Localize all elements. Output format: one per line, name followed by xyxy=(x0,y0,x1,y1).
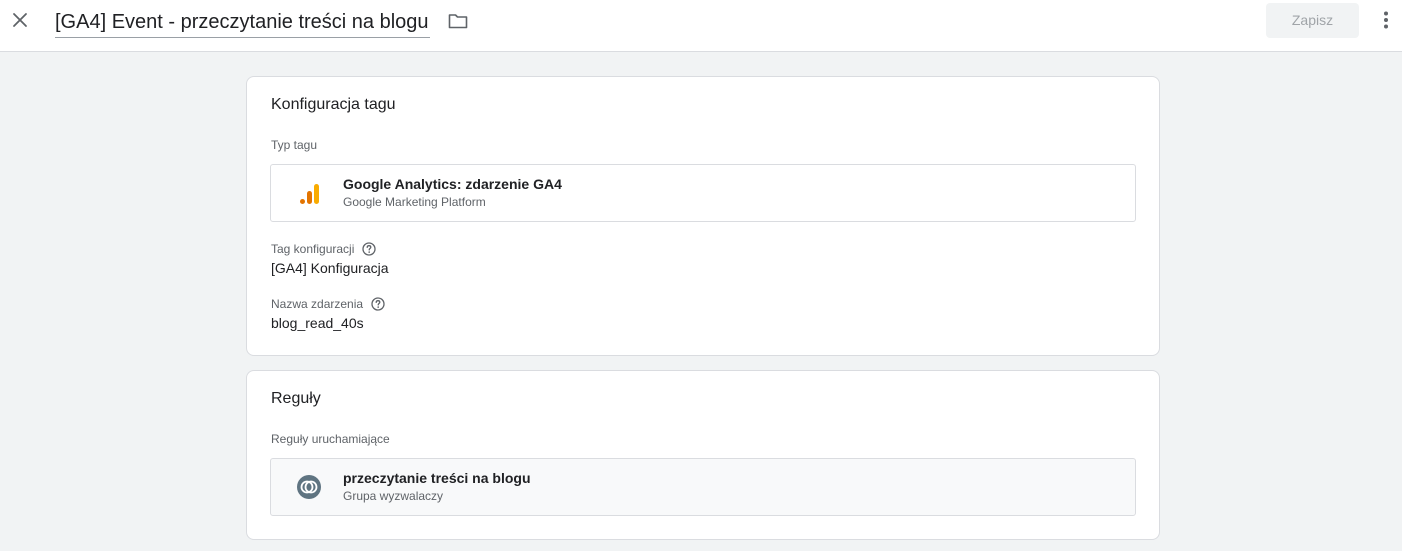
close-icon xyxy=(13,13,27,27)
tag-type-name: Google Analytics: zdarzenie GA4 xyxy=(343,176,562,192)
google-analytics-icon xyxy=(300,184,319,204)
tag-type-platform: Google Marketing Platform xyxy=(343,195,486,209)
folder-icon xyxy=(448,14,468,29)
save-button[interactable]: Zapisz xyxy=(1266,3,1359,38)
tag-configuration-title: Konfiguracja tagu xyxy=(271,96,396,113)
folder-button[interactable] xyxy=(447,10,469,32)
tag-configuration-card[interactable]: Konfiguracja tagu Typ tagu Google Analyt… xyxy=(246,76,1160,356)
tag-type-label-text: Typ tagu xyxy=(271,138,318,152)
event-name-label-text: Nazwa zdarzenia xyxy=(271,297,364,311)
trigger-group-icon xyxy=(297,475,321,499)
more-vert-icon xyxy=(1384,11,1388,29)
top-bar: [GA4] Event - przeczytanie treści na blo… xyxy=(0,0,1402,52)
more-options-button[interactable] xyxy=(1376,8,1396,32)
config-tag-label-text: Tag konfiguracji xyxy=(271,242,355,256)
tag-type-label: Typ tagu xyxy=(271,137,317,153)
tag-type-selector[interactable]: Google Analytics: zdarzenie GA4 Google M… xyxy=(270,164,1136,222)
triggering-card[interactable]: Reguły Reguły uruchamiające przeczytanie… xyxy=(246,370,1160,540)
help-icon[interactable] xyxy=(362,242,377,256)
help-icon[interactable] xyxy=(371,297,385,311)
trigger-name: przeczytanie treści na blogu xyxy=(343,470,531,486)
tag-name-field[interactable]: [GA4] Event - przeczytanie treści na blo… xyxy=(55,8,430,38)
config-tag-label: Tag konfiguracji xyxy=(271,241,377,257)
event-name-value: blog_read_40s xyxy=(271,315,364,331)
event-name-label: Nazwa zdarzenia xyxy=(271,296,385,312)
trigger-item[interactable]: przeczytanie treści na blogu Grupa wyzwa… xyxy=(270,458,1136,516)
firing-triggers-label: Reguły uruchamiające xyxy=(271,431,390,447)
config-tag-value: [GA4] Konfiguracja xyxy=(271,260,389,276)
triggering-title: Reguły xyxy=(271,390,321,407)
firing-triggers-label-text: Reguły uruchamiające xyxy=(271,432,390,446)
close-button[interactable] xyxy=(6,6,34,34)
trigger-type: Grupa wyzwalaczy xyxy=(343,489,444,503)
